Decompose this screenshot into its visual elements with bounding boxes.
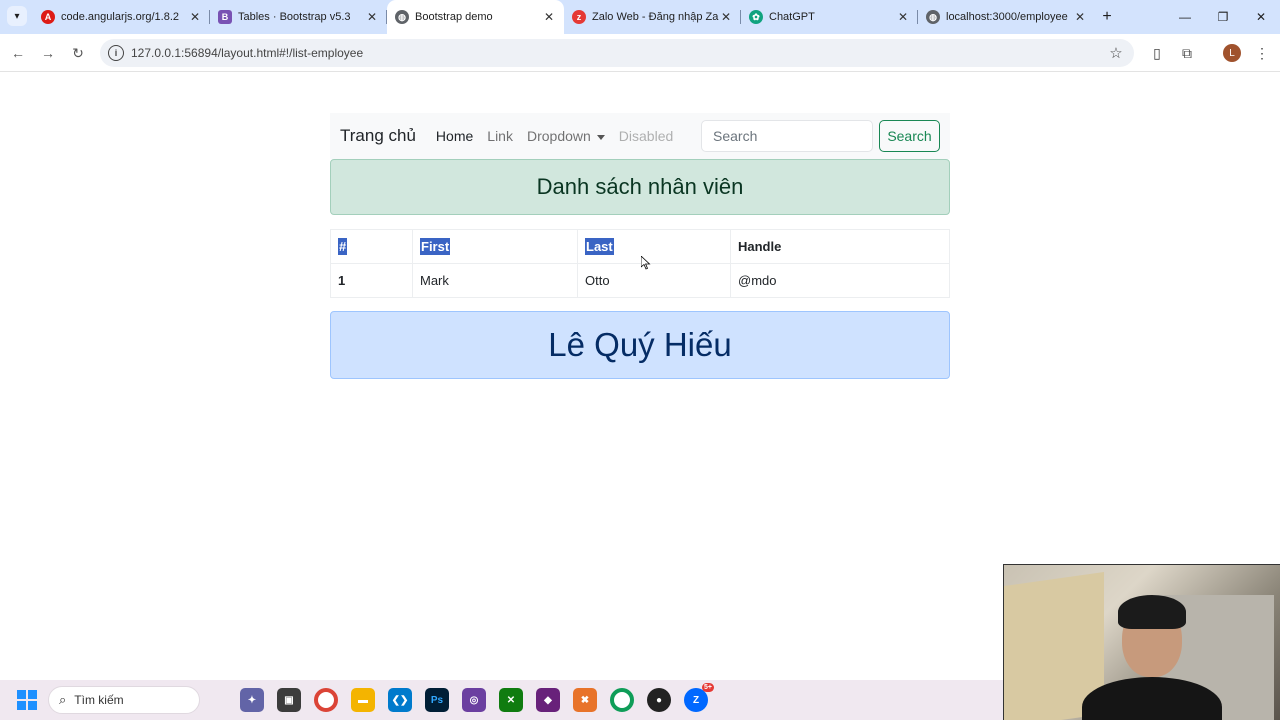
employee-table: # First Last Handle 1 Mark Otto @mdo xyxy=(330,229,950,298)
nav-link-link[interactable]: Link xyxy=(487,128,513,144)
reload-icon[interactable]: ↻ xyxy=(68,43,88,63)
angular-icon: A xyxy=(41,10,55,24)
close-icon[interactable]: ✕ xyxy=(719,10,733,24)
globe-icon: ◍ xyxy=(926,10,940,24)
tab-chatgpt[interactable]: ✿ ChatGPT ✕ xyxy=(741,0,918,34)
tab-title: localhost:3000/employee xyxy=(946,11,1068,23)
chrome-profile-icon[interactable] xyxy=(610,688,634,712)
col-header-num: # xyxy=(330,229,413,264)
close-icon[interactable]: ✕ xyxy=(1073,10,1087,24)
cell-first: Mark xyxy=(412,263,578,298)
webcam-overlay xyxy=(1003,564,1280,720)
bootstrap-icon: B xyxy=(218,10,232,24)
tab-localhost[interactable]: ◍ localhost:3000/employee ✕ xyxy=(918,0,1095,34)
vscode-icon[interactable]: ❮❯ xyxy=(388,688,412,712)
tab-title: Tables · Bootstrap v5.3 xyxy=(238,11,351,23)
author-name-alert: Lê Quý Hiếu xyxy=(330,311,950,379)
browser-tabstrip: ▾ A code.angularjs.org/1.8.2 ✕ B Tables … xyxy=(0,0,1280,34)
zalo-taskbar-icon[interactable]: Z 5+ xyxy=(684,683,714,712)
tab-bootstrap-tables[interactable]: B Tables · Bootstrap v5.3 ✕ xyxy=(210,0,387,34)
close-window-icon[interactable]: ✕ xyxy=(1242,0,1280,34)
mouse-cursor-icon xyxy=(641,256,651,270)
tab-title: code.angularjs.org/1.8.2 xyxy=(61,11,180,23)
tab-angularjs[interactable]: A code.angularjs.org/1.8.2 ✕ xyxy=(33,0,210,34)
table-row: 1 Mark Otto @mdo xyxy=(330,263,950,298)
tab-title: Bootstrap demo xyxy=(415,11,493,23)
selected-text: First xyxy=(420,238,451,255)
table-header-row: # First Last Handle xyxy=(330,229,950,264)
selected-text: # xyxy=(338,238,348,255)
bookmark-star-icon[interactable]: ☆ xyxy=(1104,44,1128,62)
close-icon[interactable]: ✕ xyxy=(896,10,910,24)
tab-title: ChatGPT xyxy=(769,11,815,23)
forward-arrow-icon[interactable]: → xyxy=(38,43,58,63)
taskbar-apps: ✦ ▣ ▬ ❮❯ Ps ◎ ✕ ◆ ✖ ● Z 5+ xyxy=(240,683,721,712)
chrome-icon[interactable] xyxy=(314,688,338,712)
profile-avatar[interactable]: L xyxy=(1223,44,1241,62)
obs-icon[interactable]: ● xyxy=(647,688,671,712)
tab-search-chevron-icon[interactable]: ▾ xyxy=(7,6,27,26)
file-explorer-icon[interactable]: ▬ xyxy=(351,688,375,712)
restore-icon[interactable]: ❐ xyxy=(1204,0,1242,34)
xampp-icon[interactable]: ✖ xyxy=(573,688,597,712)
address-bar[interactable]: i 127.0.0.1:56894/layout.html#!/list-emp… xyxy=(100,39,1134,67)
minimize-icon[interactable]: — xyxy=(1166,0,1204,34)
zalo-icon: z xyxy=(572,10,586,24)
browser-toolbar: ← → ↻ i 127.0.0.1:56894/layout.html#!/li… xyxy=(0,34,1280,72)
col-header-last: Last xyxy=(577,229,731,264)
search-button[interactable]: Search xyxy=(879,120,940,152)
search-input[interactable] xyxy=(701,120,873,152)
photoshop-icon[interactable]: Ps xyxy=(425,688,449,712)
tab-bootstrap-demo[interactable]: ◍ Bootstrap demo ✕ xyxy=(387,0,564,34)
close-icon[interactable]: ✕ xyxy=(365,10,379,24)
tab-zalo[interactable]: z Zalo Web - Đăng nhập Zalo ✕ xyxy=(564,0,741,34)
selected-text: Last xyxy=(585,238,614,255)
page-title-alert: Danh sách nhân viên xyxy=(330,159,950,215)
nav-link-home[interactable]: Home xyxy=(436,128,473,144)
nav-link-disabled: Disabled xyxy=(618,128,674,144)
notification-badge: 5+ xyxy=(702,683,714,692)
windows-start-icon[interactable] xyxy=(17,690,37,710)
globe-icon: ◍ xyxy=(395,10,409,24)
cell-num: 1 xyxy=(330,263,413,298)
kebab-menu-icon[interactable]: ⋮ xyxy=(1252,43,1272,63)
cell-last: Otto xyxy=(577,263,731,298)
xbox-icon[interactable]: ✕ xyxy=(499,688,523,712)
visual-studio-icon[interactable]: ◆ xyxy=(536,688,560,712)
employee-table-wrapper: # First Last Handle 1 Mark Otto @mdo xyxy=(330,229,950,298)
app-icon[interactable]: ◎ xyxy=(462,688,486,712)
window-controls: — ❐ ✕ xyxy=(1166,0,1280,34)
taskbar-search-label: Tìm kiếm xyxy=(74,693,124,707)
url-text[interactable]: 127.0.0.1:56894/layout.html#!/list-emplo… xyxy=(131,46,1104,60)
webcam-person-hair xyxy=(1118,595,1186,629)
extensions-puzzle-icon[interactable]: ⧉ xyxy=(1177,43,1197,63)
reading-mode-icon[interactable]: ▯ xyxy=(1147,43,1167,63)
navbar-search-form: Search xyxy=(701,120,940,152)
task-view-icon[interactable]: ▣ xyxy=(277,688,301,712)
chatgpt-icon: ✿ xyxy=(749,10,763,24)
nav-dropdown-label: Dropdown xyxy=(526,128,591,144)
col-header-first: First xyxy=(412,229,578,264)
close-icon[interactable]: ✕ xyxy=(188,10,202,24)
nav-dropdown[interactable]: Dropdown xyxy=(527,128,605,144)
close-icon[interactable]: ✕ xyxy=(542,10,556,24)
back-arrow-icon[interactable]: ← xyxy=(8,43,28,63)
taskbar-search[interactable]: ⌕ Tìm kiếm xyxy=(48,686,200,714)
site-info-icon[interactable]: i xyxy=(108,45,124,61)
new-tab-plus-icon[interactable]: + xyxy=(1095,0,1119,34)
tab-list: A code.angularjs.org/1.8.2 ✕ B Tables · … xyxy=(33,0,1119,34)
navbar-brand[interactable]: Trang chủ xyxy=(340,126,416,146)
bootstrap-navbar: Trang chủ Home Link Dropdown Disabled Se… xyxy=(330,113,950,159)
col-header-handle: Handle xyxy=(730,229,950,264)
tab-title: Zalo Web - Đăng nhập Zalo xyxy=(592,11,719,23)
copilot-icon[interactable]: ✦ xyxy=(240,688,264,712)
cell-handle: @mdo xyxy=(730,263,950,298)
caret-down-icon xyxy=(596,134,605,140)
search-icon: ⌕ xyxy=(59,692,67,707)
